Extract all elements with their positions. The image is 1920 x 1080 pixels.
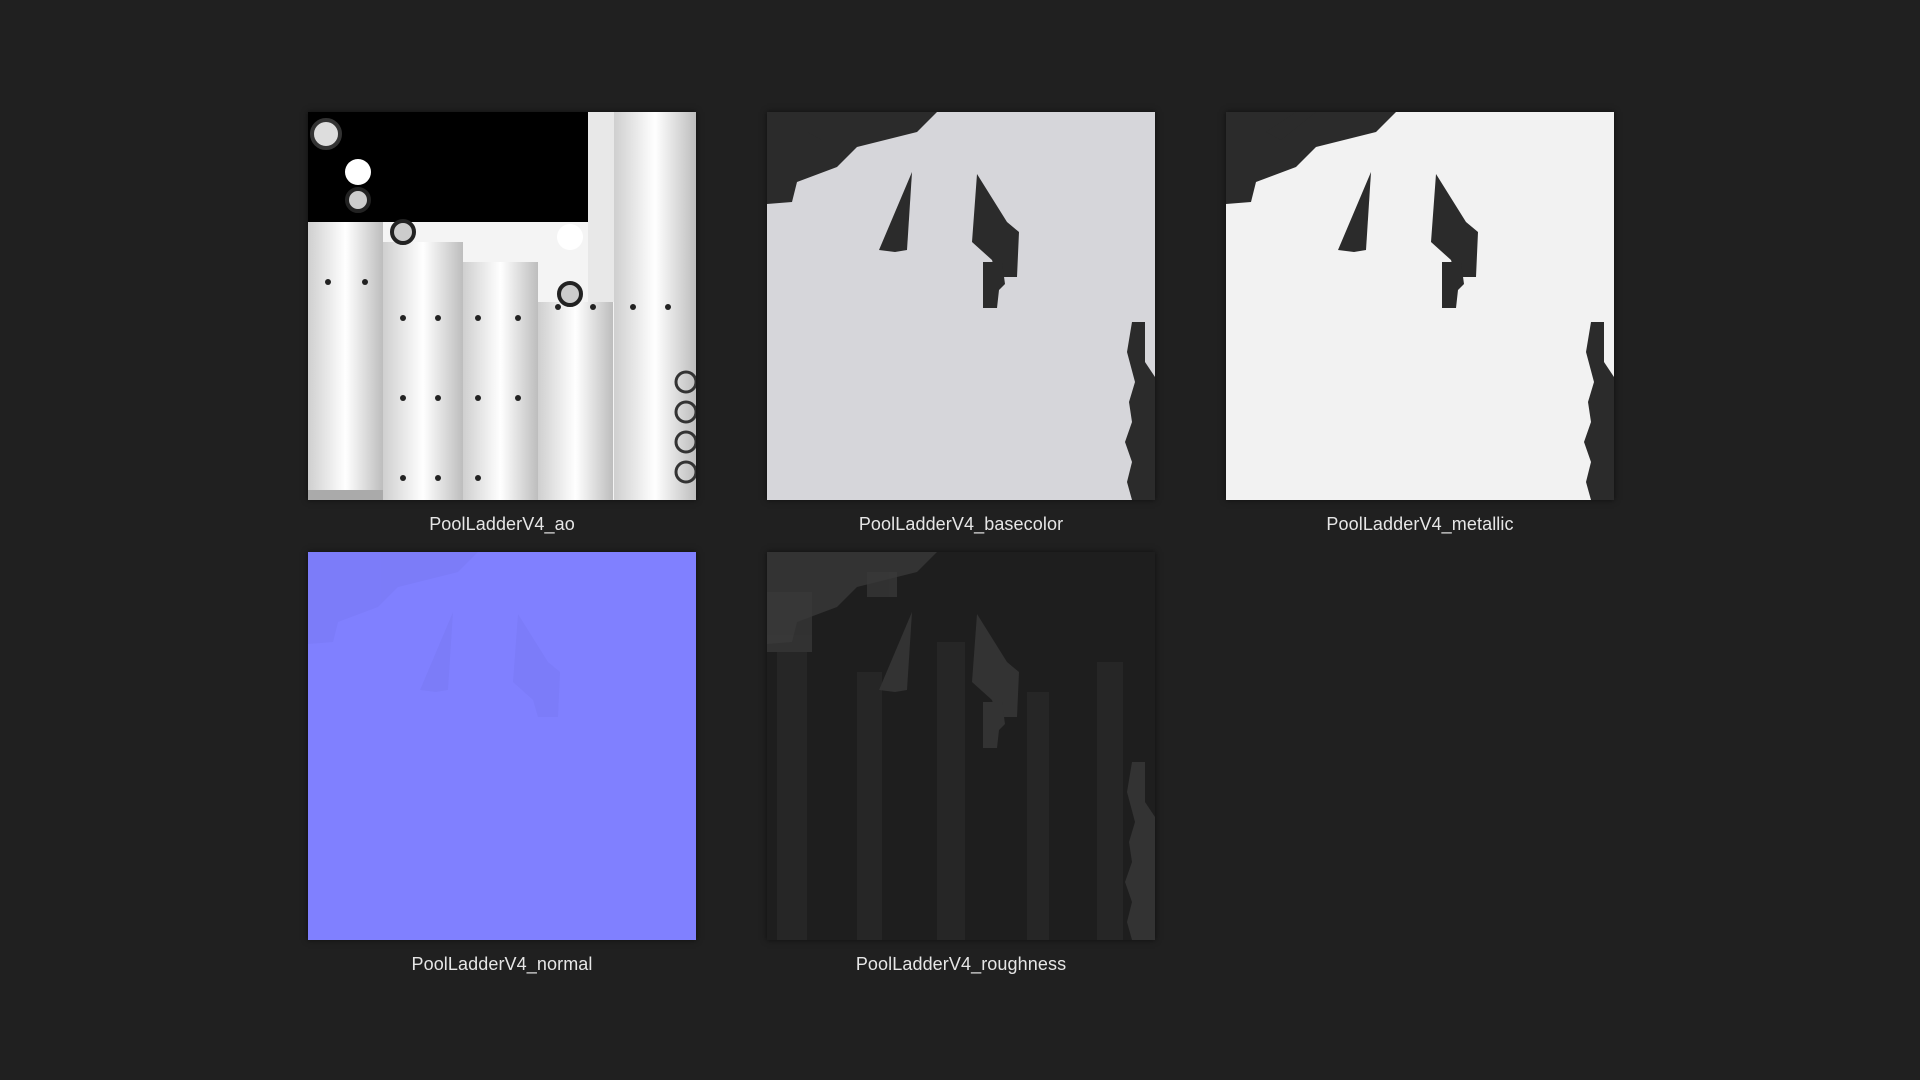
file-item-ao[interactable]: PoolLadderV4_ao <box>230 112 696 542</box>
file-name-label: PoolLadderV4_metallic <box>1326 514 1514 534</box>
file-item-normal[interactable]: PoolLadderV4_normal <box>230 552 696 982</box>
file-item-roughness[interactable]: PoolLadderV4_roughness <box>689 552 1155 982</box>
metallic-texture-thumbnail <box>1226 112 1614 500</box>
basecolor-texture-thumbnail <box>767 112 1155 500</box>
file-thumbnail-grid: PoolLadderV4_ao PoolLadderV4_basecolor P… <box>0 0 1920 1080</box>
ao-texture-thumbnail <box>308 112 696 500</box>
file-item-metallic[interactable]: PoolLadderV4_metallic <box>1148 112 1614 542</box>
normal-texture-thumbnail <box>308 552 696 940</box>
file-name-label: PoolLadderV4_roughness <box>855 954 1067 974</box>
file-item-basecolor[interactable]: PoolLadderV4_basecolor <box>689 112 1155 542</box>
roughness-texture-thumbnail <box>767 552 1155 940</box>
